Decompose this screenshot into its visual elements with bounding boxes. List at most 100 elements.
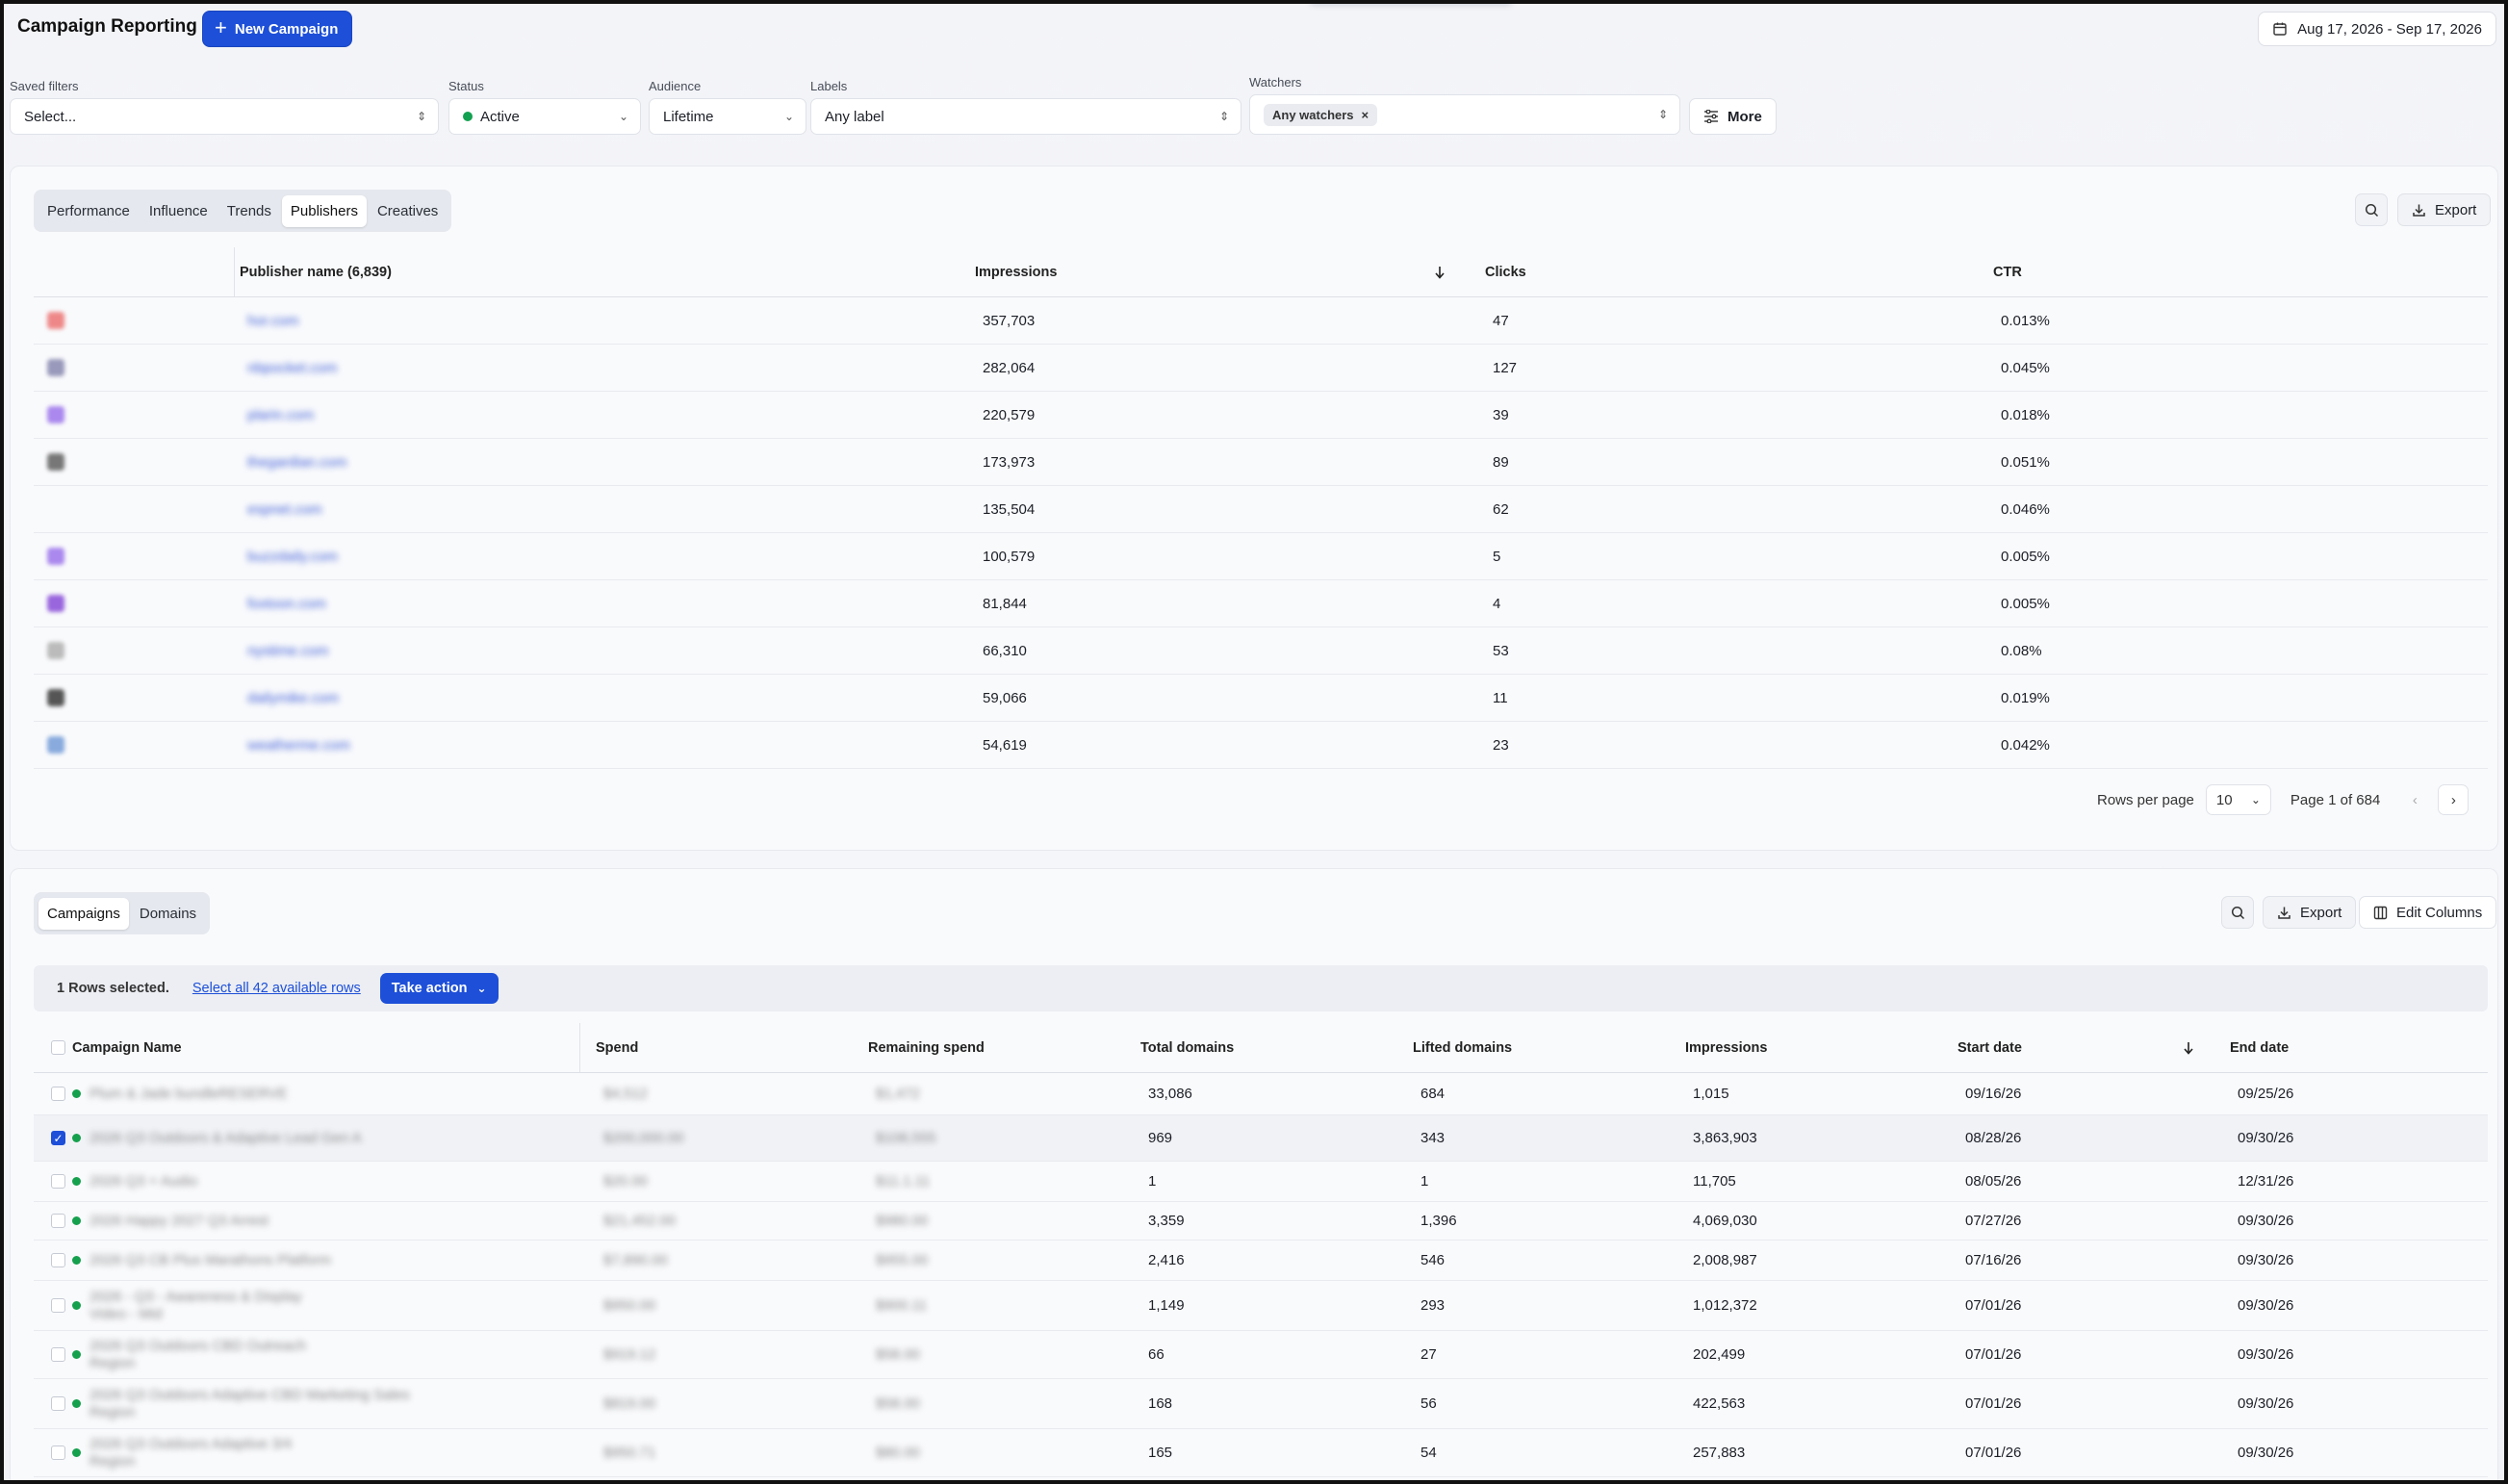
tab-campaigns[interactable]: Campaigns bbox=[38, 897, 129, 930]
tab-creatives[interactable]: Creatives bbox=[369, 195, 447, 227]
watchers-chip[interactable]: Any watchers × bbox=[1264, 103, 1378, 126]
table-row[interactable]: 2026 Q3 Outdoors Adaptive 3/4 Region $950.… bbox=[34, 1429, 2488, 1477]
campaigns-export-button[interactable]: Export bbox=[2263, 896, 2357, 929]
row-checkbox[interactable] bbox=[51, 1162, 65, 1201]
tab-performance[interactable]: Performance bbox=[38, 195, 139, 227]
table-row[interactable]: buzzdaily.com 100,579 5 0.005% bbox=[34, 533, 2488, 580]
publisher-name-link[interactable]: dailymike.com bbox=[247, 675, 339, 721]
tab-influence[interactable]: Influence bbox=[141, 195, 217, 227]
tab-publishers[interactable]: Publishers bbox=[281, 194, 367, 227]
campaign-name-cell[interactable]: 2026 Happy 2027 Q3 Arrest bbox=[90, 1202, 269, 1240]
campaign-name-cell[interactable]: 2026 - Q3 - Awareness & Display Video - M… bbox=[90, 1281, 302, 1330]
lifted-domains-cell: 54 bbox=[1420, 1445, 1437, 1461]
col-impressions[interactable]: Impressions bbox=[1685, 1023, 1767, 1072]
table-row[interactable]: Plum & Jade bundleRESERVE $4,512 $1,472 33,… bbox=[34, 1073, 2488, 1115]
tab-trends[interactable]: Trends bbox=[218, 195, 280, 227]
publisher-name-link[interactable]: thegardian.com bbox=[247, 439, 346, 485]
row-checkbox[interactable] bbox=[51, 1202, 65, 1240]
date-range-picker[interactable]: Aug 17, 2026 - Sep 17, 2026 bbox=[2258, 12, 2496, 46]
more-filters-button[interactable]: More bbox=[1689, 98, 1777, 135]
col-spend[interactable]: Spend bbox=[596, 1023, 638, 1072]
col-remaining-spend[interactable]: Remaining spend bbox=[868, 1023, 985, 1072]
labels-select[interactable]: Any label ⇕ bbox=[810, 98, 1241, 135]
sort-desc-icon[interactable] bbox=[1433, 247, 1446, 296]
table-row[interactable]: nystime.com 66,310 53 0.08% bbox=[34, 627, 2488, 675]
campaign-name-cell[interactable]: Plum & Jade bundleRESERVE bbox=[90, 1073, 288, 1114]
edit-columns-button[interactable]: Edit Columns bbox=[2359, 896, 2497, 929]
status-select[interactable]: Active ⌄ bbox=[448, 98, 641, 135]
row-checkbox[interactable] bbox=[51, 1073, 65, 1114]
row-checkbox[interactable]: ✓ bbox=[51, 1115, 65, 1161]
select-all-link[interactable]: Select all 42 available rows bbox=[192, 981, 361, 996]
table-row[interactable]: dailymike.com 59,066 11 0.019% bbox=[34, 675, 2488, 722]
publishers-search-button[interactable] bbox=[2355, 193, 2388, 226]
row-checkbox[interactable] bbox=[51, 1241, 65, 1280]
table-row[interactable]: 2026 Q3 Outdoors CBD Outreach Region $919.… bbox=[34, 1331, 2488, 1379]
active-status-dot bbox=[463, 112, 473, 121]
col-clicks[interactable]: Clicks bbox=[1485, 247, 1526, 296]
new-campaign-button[interactable]: + New Campaign bbox=[202, 11, 353, 47]
close-icon[interactable]: × bbox=[1362, 108, 1369, 122]
col-impressions[interactable]: Impressions bbox=[975, 247, 1057, 296]
rows-per-page-select[interactable]: 10 ⌄ bbox=[2205, 784, 2271, 815]
table-row[interactable]: thegardian.com 173,973 89 0.051% bbox=[34, 439, 2488, 486]
table-row[interactable]: hor.com 357,703 47 0.013% bbox=[34, 297, 2488, 345]
publisher-name-link[interactable]: hor.com bbox=[247, 297, 298, 344]
ctr-cell: 0.045% bbox=[2001, 359, 2050, 376]
campaign-name-cell[interactable]: 2026 Q3 Outdoors Adaptive 3/4 Region bbox=[90, 1429, 292, 1476]
col-campaign-name[interactable]: Campaign Name bbox=[72, 1023, 182, 1072]
publisher-name-link[interactable]: foxtoon.com bbox=[247, 580, 326, 627]
publisher-name-link[interactable]: buzzdaily.com bbox=[247, 533, 338, 579]
table-row[interactable]: 2026 Q3 Outdoors Adaptive CBD Marketing … bbox=[34, 1379, 2488, 1429]
publisher-name-link[interactable]: espnet.com bbox=[247, 486, 322, 532]
publishers-export-button[interactable]: Export bbox=[2397, 193, 2492, 226]
next-page-button[interactable]: › bbox=[2438, 784, 2470, 815]
spend-cell: $200,000.00 bbox=[603, 1130, 684, 1146]
col-total-domains[interactable]: Total domains bbox=[1140, 1023, 1234, 1072]
col-end-date[interactable]: End date bbox=[2230, 1023, 2289, 1072]
col-lifted-domains[interactable]: Lifted domains bbox=[1413, 1023, 1512, 1072]
watchers-select[interactable]: Any watchers × ⇕ bbox=[1249, 94, 1680, 135]
col-ctr[interactable]: CTR bbox=[1993, 247, 2022, 296]
campaign-name-cell[interactable]: 2026 Q3 Outdoors CBD Outreach Region bbox=[90, 1331, 306, 1378]
total-domains-cell: 165 bbox=[1148, 1445, 1173, 1461]
campaigns-search-button[interactable] bbox=[2221, 896, 2254, 929]
campaign-name-cell[interactable]: 2026 Q3 Outdoors Adaptive CBD Marketing … bbox=[90, 1379, 410, 1428]
campaign-name-cell[interactable]: 2026 Q3 Outdoors & Adaptive Lead Gen A bbox=[90, 1115, 362, 1161]
table-row[interactable]: 2026 Q3 + Audio $20.00 $11.1.11 1 1 11,705 08/… bbox=[34, 1162, 2488, 1202]
publisher-name-link[interactable]: nystime.com bbox=[247, 627, 328, 674]
table-row[interactable]: ✓ 2026 Q3 Outdoors & Adaptive Lead Gen A $… bbox=[34, 1115, 2488, 1162]
audience-select[interactable]: Lifetime ⌄ bbox=[649, 98, 806, 135]
prev-page-button[interactable]: ‹ bbox=[2399, 784, 2430, 815]
campaign-name-cell[interactable]: 2026 Q3 + Audio bbox=[90, 1162, 197, 1201]
table-row[interactable]: 2026 - Q3 - Awareness & Display Video - M… bbox=[34, 1281, 2488, 1331]
tab-domains[interactable]: Domains bbox=[131, 898, 205, 930]
table-row[interactable]: nbpocket.com 282,064 127 0.045% bbox=[34, 345, 2488, 392]
campaign-subname: Video - Mid bbox=[90, 1305, 163, 1322]
saved-filters-select[interactable]: Select... ⇕ bbox=[10, 98, 439, 135]
table-row[interactable]: weatherme.com 54,619 23 0.042% bbox=[34, 722, 2488, 769]
row-checkbox[interactable] bbox=[51, 1429, 65, 1476]
select-all-checkbox[interactable] bbox=[51, 1023, 65, 1072]
table-row[interactable]: 2026 Q3 CB Plus Marathons Platform $7,890… bbox=[34, 1241, 2488, 1281]
col-start-date[interactable]: Start date bbox=[1958, 1023, 2022, 1072]
campaign-name-cell[interactable]: 2026 Q3 CB Plus Marathons Platform bbox=[90, 1241, 331, 1280]
clicks-cell: 53 bbox=[1493, 642, 1509, 659]
table-row[interactable]: plarin.com 220,579 39 0.018% bbox=[34, 392, 2488, 439]
row-checkbox[interactable] bbox=[51, 1331, 65, 1378]
take-action-button[interactable]: Take action ⌄ bbox=[379, 973, 499, 1004]
row-checkbox[interactable] bbox=[51, 1281, 65, 1330]
table-row[interactable]: espnet.com 135,504 62 0.046% bbox=[34, 486, 2488, 533]
row-checkbox[interactable] bbox=[51, 1379, 65, 1428]
table-row[interactable]: foxtoon.com 81,844 4 0.005% bbox=[34, 580, 2488, 627]
publisher-name-link[interactable]: weatherme.com bbox=[247, 722, 350, 768]
col-publisher-name[interactable]: Publisher name (6,839) bbox=[240, 247, 392, 296]
sort-desc-icon[interactable] bbox=[2182, 1023, 2195, 1072]
start-date-cell: 07/27/26 bbox=[1965, 1213, 2022, 1229]
publisher-name-link[interactable]: plarin.com bbox=[247, 392, 314, 438]
total-domains-cell: 168 bbox=[1148, 1395, 1173, 1412]
publisher-name-link[interactable]: nbpocket.com bbox=[247, 345, 337, 391]
impressions-cell: 3,863,903 bbox=[1693, 1130, 1757, 1146]
table-row[interactable]: 2026 Happy 2027 Q3 Arrest $21,452.00 $980.… bbox=[34, 1202, 2488, 1241]
chevron-down-icon: ⌄ bbox=[783, 110, 794, 123]
